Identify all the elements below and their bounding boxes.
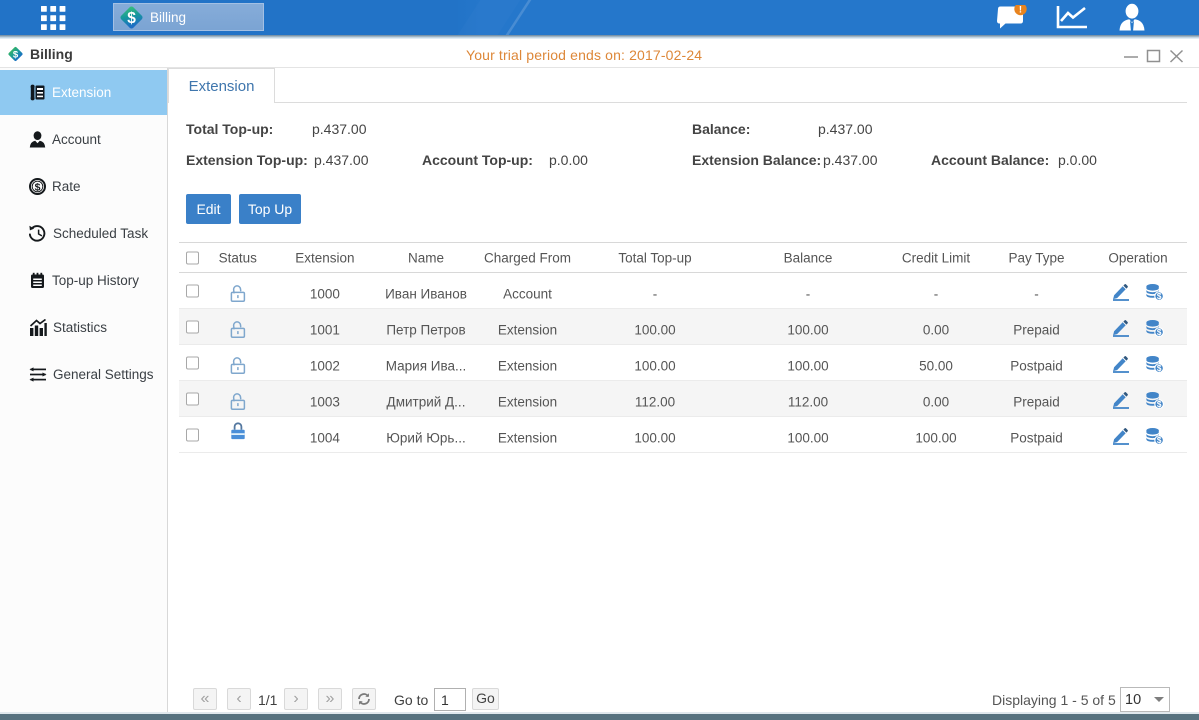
svg-text:!: ! — [1019, 5, 1022, 16]
svg-text:$: $ — [1157, 328, 1162, 337]
svg-text:$: $ — [13, 49, 19, 60]
svg-text:$: $ — [1157, 436, 1162, 445]
svg-text:$: $ — [35, 181, 41, 193]
svg-text:$: $ — [1157, 292, 1162, 301]
svg-text:$: $ — [127, 10, 136, 27]
svg-text:$: $ — [1157, 400, 1162, 409]
svg-text:$: $ — [1157, 364, 1162, 373]
